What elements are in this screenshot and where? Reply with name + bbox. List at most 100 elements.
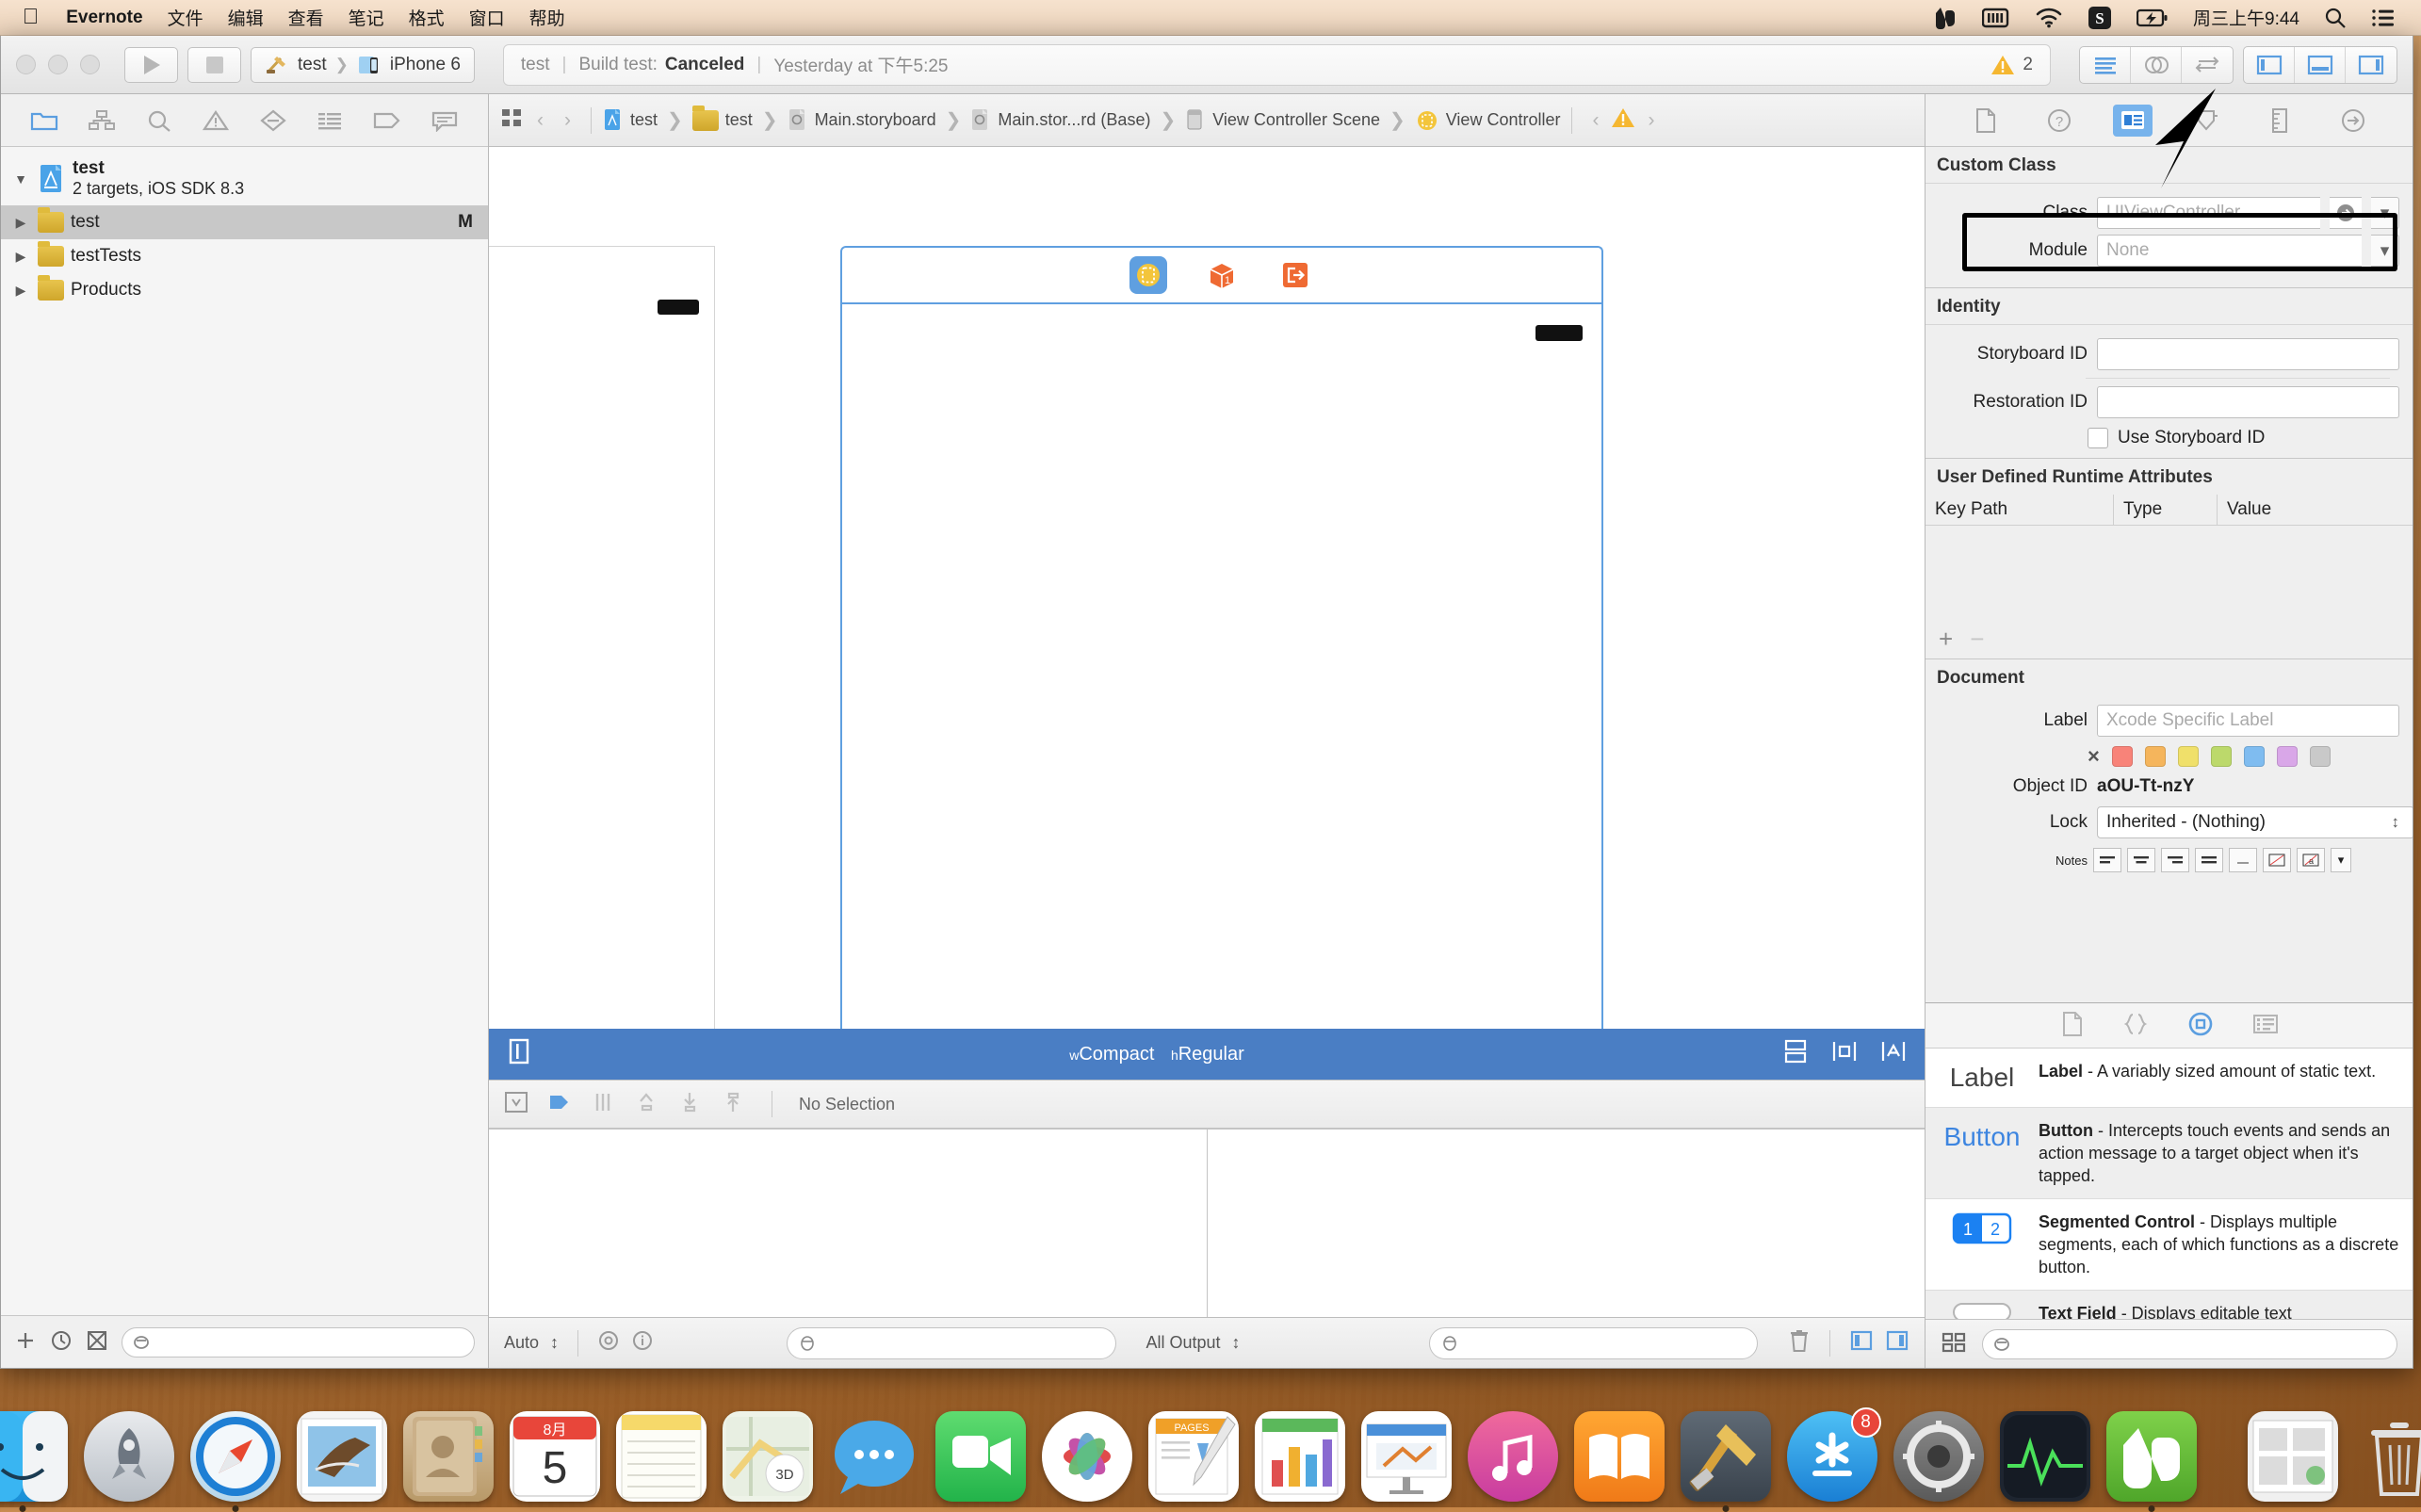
menu-item-format[interactable]: 格式 — [397, 0, 457, 36]
numbers-icon[interactable] — [1255, 1411, 1345, 1502]
use-storyboard-id-row[interactable]: Use Storyboard ID — [1925, 424, 2413, 458]
library-item-button[interactable]: Button Button - Intercepts touch events … — [1925, 1108, 2413, 1199]
stepper-chevron-icon[interactable]: ↕ — [1232, 1333, 1241, 1353]
color-swatch-blue[interactable] — [2244, 746, 2265, 767]
menu-item-file[interactable]: 文件 — [155, 0, 216, 36]
restoration-id-input[interactable] — [2097, 386, 2399, 418]
battery-meter-status-icon[interactable] — [1970, 0, 2023, 36]
window-traffic-lights[interactable] — [16, 55, 100, 74]
align-left-icon[interactable] — [2093, 848, 2121, 872]
file-row-products[interactable]: ▶ Products — [1, 273, 488, 307]
notes-icon[interactable] — [616, 1411, 707, 1502]
app-store-icon[interactable]: 8 — [1787, 1411, 1877, 1502]
class-dropdown-button[interactable]: ▾ — [2371, 197, 2399, 229]
standard-editor-button[interactable] — [2080, 47, 2131, 83]
segue-icon[interactable] — [547, 1090, 572, 1119]
xcode-icon[interactable] — [1681, 1411, 1771, 1502]
wifi-status-icon[interactable] — [2023, 0, 2075, 36]
breadcrumb-item-folder[interactable]: test — [692, 110, 753, 131]
variables-view[interactable] — [489, 1130, 1208, 1317]
media-library-tab[interactable] — [2252, 1013, 2279, 1038]
project-navigator-tab[interactable] — [22, 102, 67, 139]
auto-layout-pin-icon[interactable] — [1830, 1038, 1859, 1070]
notification-center-icon[interactable] — [2359, 0, 2408, 36]
adjacent-scene-preview[interactable] — [489, 246, 715, 1029]
source-control-filter-icon[interactable] — [86, 1329, 108, 1355]
runtime-attributes-footer[interactable]: + − — [1925, 625, 2413, 658]
view-controller-scene[interactable]: 1 — [840, 246, 1603, 1029]
minimize-window-button[interactable] — [48, 55, 68, 74]
issue-forward-button[interactable]: › — [1639, 109, 1663, 132]
color-swatch-red[interactable] — [2112, 746, 2133, 767]
module-dropdown-button[interactable]: ▾ — [2371, 235, 2399, 267]
stack-folder-icon[interactable] — [2248, 1411, 2338, 1502]
pages-icon[interactable]: PAGES — [1148, 1411, 1239, 1502]
disclosure-triangle-icon[interactable]: ▶ — [10, 283, 31, 299]
zoom-window-button[interactable] — [80, 55, 100, 74]
menu-item-help[interactable]: 帮助 — [517, 0, 577, 36]
menu-item-note[interactable]: 笔记 — [336, 0, 397, 36]
contacts-icon[interactable] — [403, 1411, 494, 1502]
breadcrumb-item-storyboard[interactable]: Main.storyboard — [788, 108, 936, 133]
trash-icon[interactable] — [1788, 1328, 1811, 1358]
color-swatch-yellow[interactable] — [2178, 746, 2199, 767]
document-color-swatches[interactable]: × — [1925, 742, 2413, 776]
exit-icon[interactable] — [1276, 256, 1314, 294]
report-navigator-tab[interactable] — [422, 102, 467, 139]
activity-monitor-icon[interactable] — [2000, 1411, 2090, 1502]
breadcrumb-item-scene[interactable]: View Controller Scene — [1185, 108, 1380, 133]
calendar-icon[interactable]: 8月 5 — [510, 1411, 600, 1502]
color-swatch-green[interactable] — [2211, 746, 2232, 767]
project-file-tree[interactable]: ▼ test 2 targets, iOS SDK 8.3 ▶ test M ▶ — [1, 147, 488, 1315]
messages-icon[interactable] — [829, 1411, 919, 1502]
menu-item-view[interactable]: 查看 — [276, 0, 336, 36]
console-view[interactable] — [1208, 1130, 1925, 1317]
constraints-icon[interactable] — [591, 1090, 615, 1119]
mail-icon[interactable] — [297, 1411, 387, 1502]
class-jump-to-definition-icon[interactable] — [2330, 197, 2362, 229]
test-navigator-tab[interactable] — [251, 102, 296, 139]
evernote-icon[interactable] — [2106, 1411, 2197, 1502]
stepper-chevron-icon[interactable]: ↕ — [550, 1333, 559, 1353]
console-filter-field[interactable] — [1429, 1327, 1759, 1359]
storyboard-id-input[interactable] — [2097, 338, 2399, 370]
photos-icon[interactable] — [1042, 1411, 1132, 1502]
scene-dock[interactable]: 1 — [840, 246, 1603, 302]
toggle-utilities-button[interactable] — [2346, 47, 2397, 83]
library-item-label[interactable]: Label Label - A variably sized amount of… — [1925, 1049, 2413, 1108]
breadcrumb-item-project[interactable]: test — [603, 108, 658, 133]
size-class-label[interactable]: wCompact hRegular — [532, 1044, 1781, 1065]
disclosure-triangle-icon[interactable]: ▶ — [10, 215, 31, 231]
spellcheck-icon[interactable] — [2263, 848, 2291, 872]
document-outline-icon[interactable] — [504, 1090, 528, 1119]
restoration-id-row[interactable]: Restoration ID — [1925, 381, 2413, 424]
document-notes-row[interactable]: Notes a ▾ — [1925, 844, 2413, 872]
resolve-icon[interactable] — [721, 1090, 745, 1119]
canvas-outline-bar[interactable]: No Selection — [489, 1080, 1925, 1129]
add-attribute-button[interactable]: + — [1939, 626, 1953, 651]
lock-stepper-icon[interactable]: ↕ — [2392, 813, 2400, 832]
align-justify-icon[interactable] — [2195, 848, 2223, 872]
breadcrumb-item-base-localization[interactable]: Main.stor...rd (Base) — [970, 108, 1150, 133]
interface-builder-canvas[interactable]: 1 — [489, 147, 1925, 1029]
system-preferences-icon[interactable] — [1893, 1411, 1984, 1502]
toggle-debug-area-button[interactable] — [2295, 47, 2346, 83]
debug-scope-controls[interactable]: Auto ↕ — [489, 1329, 772, 1357]
library-item-segmented-control[interactable]: 12 Segmented Control - Displays multiple… — [1925, 1199, 2413, 1291]
menu-item-edit[interactable]: 编辑 — [216, 0, 276, 36]
variables-filter-field[interactable] — [787, 1327, 1116, 1359]
console-view-toggle-icon[interactable] — [1885, 1329, 1909, 1357]
stop-button[interactable] — [187, 47, 241, 83]
console-actions[interactable] — [1773, 1328, 1925, 1358]
menu-bar-clock[interactable]: 周三上午9:44 — [2181, 0, 2312, 36]
issue-back-button[interactable]: ‹ — [1584, 109, 1607, 132]
jumpbar-warning-icon[interactable] — [1611, 106, 1635, 134]
file-inspector-tab[interactable] — [1966, 105, 2006, 137]
menu-item-window[interactable]: 窗口 — [457, 0, 517, 36]
disclosure-triangle-open-icon[interactable]: ▼ — [10, 171, 31, 187]
issue-navigator-tab[interactable] — [193, 102, 238, 139]
scheme-selector[interactable]: test ❯ iPhone 6 — [251, 47, 475, 83]
library-filter-field[interactable] — [1982, 1329, 2397, 1359]
grid-view-icon[interactable] — [1941, 1331, 1967, 1357]
breadcrumb-item-view-controller[interactable]: View Controller — [1415, 108, 1561, 133]
